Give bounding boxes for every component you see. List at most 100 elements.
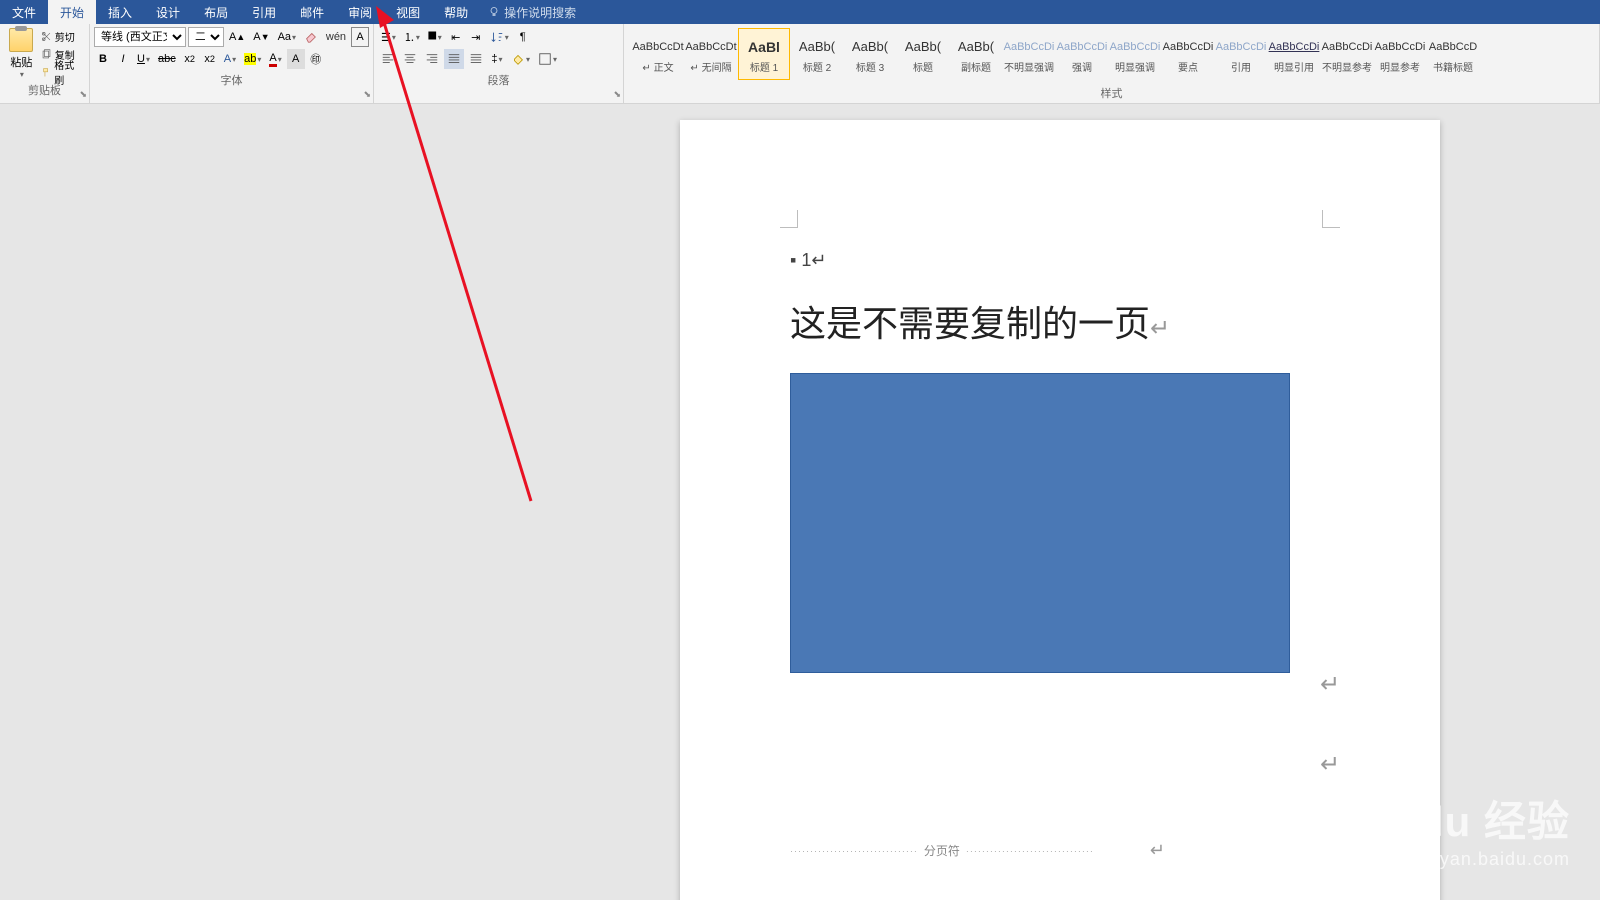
style-preview: AaBbCcDi (1375, 35, 1426, 59)
style-preview: AaBb( (852, 35, 888, 59)
font-size-select[interactable]: 二号 (188, 27, 224, 47)
justify-button[interactable] (444, 49, 464, 69)
margin-mark-tl (780, 210, 798, 228)
style-tile-7[interactable]: AaBbCcDi不明显强调 (1003, 28, 1055, 80)
list-item[interactable]: ▪ 1↵ (790, 250, 1370, 271)
style-tile-5[interactable]: AaBb(标题 (897, 28, 949, 80)
tab-insert[interactable]: 插入 (96, 0, 144, 24)
italic-button[interactable]: I (114, 49, 132, 69)
clear-format-button[interactable] (301, 27, 321, 47)
shrink-font-button[interactable]: A▼ (250, 27, 272, 47)
subscript-button[interactable]: x2 (181, 49, 199, 69)
shading-button[interactable]: ▾ (508, 49, 533, 69)
style-tile-15[interactable]: AaBbCcD书籍标题 (1427, 28, 1479, 80)
bold-button[interactable]: B (94, 49, 112, 69)
tab-view[interactable]: 视图 (384, 0, 432, 24)
sort-button[interactable]: ▾ (487, 27, 512, 47)
tab-help[interactable]: 帮助 (432, 0, 480, 24)
style-tile-0[interactable]: AaBbCcDt↵ 正文 (632, 28, 684, 80)
style-tile-1[interactable]: AaBbCcDt↵ 无间隔 (685, 28, 737, 80)
tab-file[interactable]: 文件 (0, 0, 48, 24)
paste-label: 粘贴 (10, 54, 32, 70)
group-font: 等线 (西文正文) 二号 A▲ A▼ Aa▾ wén A B I U▾ abc … (90, 24, 374, 103)
style-preview: AaBbCcDt (685, 35, 736, 59)
style-preview: AaBbCcDi (1110, 35, 1161, 59)
clipboard-dialog-launcher[interactable]: ⬊ (79, 89, 87, 100)
style-tile-12[interactable]: AaBbCcDi明显引用 (1268, 28, 1320, 80)
style-tile-10[interactable]: AaBbCcDi要点 (1162, 28, 1214, 80)
style-tile-11[interactable]: AaBbCcDi引用 (1215, 28, 1267, 80)
char-border-button[interactable]: A (351, 27, 369, 47)
enclose-char-button[interactable]: ㊞ (307, 49, 325, 69)
font-color-button[interactable]: A▾ (266, 49, 284, 69)
distributed-button[interactable] (466, 49, 486, 69)
grow-font-button[interactable]: A▲ (226, 27, 248, 47)
tell-me[interactable]: 操作说明搜索 (488, 4, 576, 21)
superscript-button[interactable]: x2 (201, 49, 219, 69)
style-preview: AaBbCcD (1429, 35, 1477, 59)
text-effects-button[interactable]: A▾ (221, 49, 239, 69)
clipboard-group-label: 剪贴板 (4, 80, 85, 100)
style-tile-14[interactable]: AaBbCcDi明显参考 (1374, 28, 1426, 80)
align-left-button[interactable] (378, 49, 398, 69)
style-name: ↵ 正文 (642, 59, 673, 74)
page-break: 分页符 ↵ (790, 840, 1165, 861)
decrease-indent-button[interactable]: ⇤ (447, 27, 465, 47)
font-family-select[interactable]: 等线 (西文正文) (94, 27, 186, 47)
numbering-button[interactable]: ⒈▾ (401, 27, 423, 47)
style-preview: AaBbCcDi (1163, 35, 1214, 59)
style-name: 标题 3 (856, 59, 884, 74)
tab-references[interactable]: 引用 (240, 0, 288, 24)
bullets-button[interactable]: ☰▾ (378, 27, 399, 47)
style-name: 明显引用 (1274, 59, 1314, 74)
style-preview: AaBbCcDt (632, 35, 683, 59)
paragraph-dialog-launcher[interactable]: ⬊ (613, 89, 621, 100)
align-center-button[interactable] (400, 49, 420, 69)
group-clipboard: 粘贴 ▾ 剪切 复制 格式刷 剪贴板 ⬊ (0, 24, 90, 103)
style-tile-2[interactable]: AaBl标题 1 (738, 28, 790, 80)
style-preview: AaBbCcDi (1216, 35, 1267, 59)
style-tile-4[interactable]: AaBb(标题 3 (844, 28, 896, 80)
style-name: 强调 (1072, 59, 1092, 74)
font-dialog-launcher[interactable]: ⬊ (363, 89, 371, 100)
align-right-button[interactable] (422, 49, 442, 69)
tab-layout[interactable]: 布局 (192, 0, 240, 24)
style-tile-6[interactable]: AaBb(副标题 (950, 28, 1002, 80)
change-case-button[interactable]: Aa▾ (275, 27, 299, 47)
tab-home[interactable]: 开始 (48, 0, 96, 24)
underline-button[interactable]: U▾ (134, 49, 153, 69)
bulb-icon (488, 6, 500, 18)
pilcrow-icon: ↵ (1150, 840, 1165, 861)
cut-button[interactable]: 剪切 (39, 28, 85, 44)
strike-button[interactable]: abc (155, 49, 179, 69)
document-area[interactable]: ▪ 1↵ 这是不需要复制的一页↵ ↵ ↵ 分页符 ↵ (0, 104, 1600, 900)
style-name: 引用 (1231, 59, 1251, 74)
tab-review[interactable]: 审阅 (336, 0, 384, 24)
highlight-button[interactable]: ab▾ (241, 49, 264, 69)
style-name: 副标题 (961, 59, 991, 74)
sort-icon (490, 30, 504, 44)
show-marks-button[interactable]: ¶ (514, 27, 532, 47)
style-tile-8[interactable]: AaBbCcDi强调 (1056, 28, 1108, 80)
paragraph-group-label: 段落 (378, 70, 619, 90)
tab-design[interactable]: 设计 (144, 0, 192, 24)
multilevel-button[interactable]: ⯀▾ (425, 27, 445, 47)
format-painter-button[interactable]: 格式刷 (39, 64, 85, 80)
phonetic-guide-button[interactable]: wén (323, 27, 349, 47)
increase-indent-button[interactable]: ⇥ (467, 27, 485, 47)
char-shading-button[interactable]: A (287, 49, 305, 69)
tab-mail[interactable]: 邮件 (288, 0, 336, 24)
style-name: 标题 2 (803, 59, 831, 74)
page-content[interactable]: ▪ 1↵ 这是不需要复制的一页↵ (790, 250, 1370, 673)
line-spacing-button[interactable]: ‡▾ (488, 49, 506, 69)
style-name: 明显强调 (1115, 59, 1155, 74)
borders-button[interactable]: ▾ (535, 49, 560, 69)
paste-button[interactable]: 粘贴 ▾ (4, 26, 39, 80)
bucket-icon (511, 52, 525, 66)
style-tile-9[interactable]: AaBbCcDi明显强调 (1109, 28, 1161, 80)
style-tile-13[interactable]: AaBbCcDi不明显参考 (1321, 28, 1373, 80)
paste-icon (9, 28, 33, 52)
page-title[interactable]: 这是不需要复制的一页↵ (790, 295, 1370, 347)
blue-shape[interactable] (790, 373, 1290, 673)
style-tile-3[interactable]: AaBb(标题 2 (791, 28, 843, 80)
